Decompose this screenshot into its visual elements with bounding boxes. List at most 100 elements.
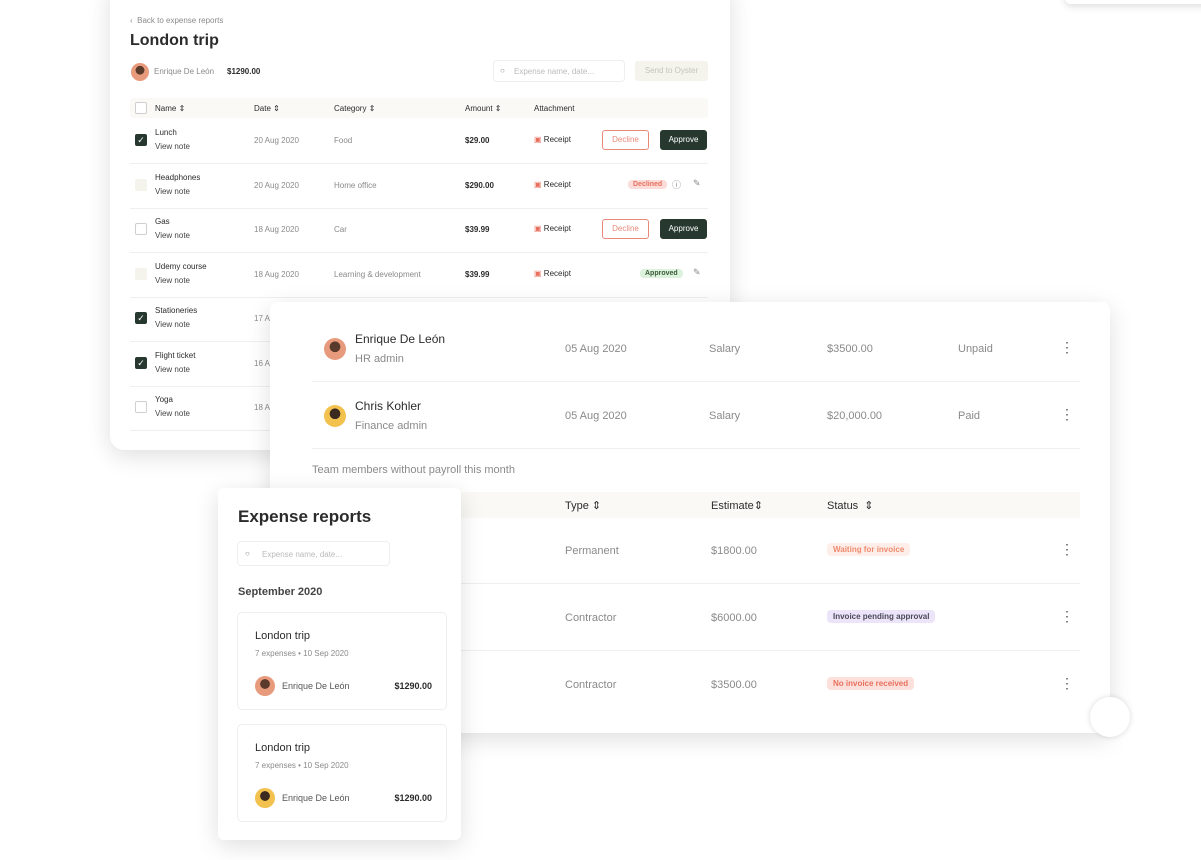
view-note-link[interactable]: View note — [155, 231, 190, 240]
pdf-icon: ▣ — [534, 179, 542, 189]
expense-category: Car — [334, 225, 347, 234]
table-header — [130, 98, 708, 118]
payroll-date: 05 Aug 2020 — [565, 410, 627, 422]
status-badge: Declined — [628, 179, 668, 189]
more-options-icon[interactable]: ⋮ — [1060, 676, 1074, 690]
column-header-name[interactable]: Name ⇕ — [155, 104, 185, 113]
column-header-type[interactable]: Type ⇕ — [565, 499, 601, 512]
row-checkbox[interactable]: ✓ — [135, 312, 147, 324]
more-options-icon[interactable]: ⋮ — [1060, 609, 1074, 623]
report-card[interactable]: London trip 7 expenses • 10 Sep 2020 Enr… — [237, 724, 447, 822]
employee-name: Enrique De León — [282, 681, 350, 691]
view-note-link[interactable]: View note — [155, 320, 190, 329]
receipt-link[interactable]: ▣ Receipt — [534, 269, 571, 278]
receipt-link[interactable]: ▣ Receipt — [534, 135, 571, 144]
status-badge: Invoice pending approval — [827, 610, 936, 623]
expense-date: 18 Aug 2020 — [254, 225, 299, 234]
expense-name: Stationeries — [155, 306, 198, 315]
background-panel — [1065, 0, 1201, 4]
search-placeholder: Expense name, date... — [262, 550, 343, 559]
column-header-date[interactable]: Date ⇕ — [254, 104, 280, 113]
pdf-icon: ▣ — [534, 268, 542, 278]
expense-name: Yoga — [155, 395, 173, 404]
chat-button[interactable] — [1090, 697, 1130, 737]
expense-amount: $39.99 — [465, 269, 490, 279]
approve-button[interactable]: Approve — [660, 219, 707, 239]
expense-date: 18 A — [254, 403, 271, 412]
avatar — [324, 338, 346, 360]
divider — [312, 381, 1080, 382]
avatar — [131, 63, 149, 81]
member-estimate: $6000.00 — [711, 612, 757, 624]
member-type: Contractor — [565, 679, 617, 691]
expense-category: Home office — [334, 180, 377, 190]
receipt-link[interactable]: ▣ Receipt — [534, 224, 571, 233]
more-options-icon[interactable]: ⋮ — [1060, 340, 1074, 354]
reports-title: Expense reports — [238, 507, 372, 526]
expense-date: 17 A — [254, 314, 271, 323]
month-heading: September 2020 — [238, 586, 323, 598]
divider — [130, 207, 708, 209]
more-options-icon[interactable]: ⋮ — [1060, 407, 1074, 421]
row-checkbox[interactable]: ✓ — [135, 134, 147, 146]
row-checkbox[interactable] — [135, 401, 147, 413]
back-link[interactable]: ‹ Back to expense reports — [130, 16, 223, 25]
row-checkbox[interactable] — [135, 178, 147, 191]
person-name: Chris Kohler — [355, 399, 422, 413]
edit-icon[interactable]: ✎ — [693, 267, 701, 278]
column-header-amount[interactable]: Amount ⇕ — [465, 104, 502, 113]
view-note-link[interactable]: View note — [155, 409, 190, 418]
search-placeholder: Expense name, date... — [514, 67, 595, 76]
status-badge: No invoice received — [827, 677, 915, 690]
avatar — [255, 788, 275, 808]
member-estimate: $1800.00 — [711, 545, 757, 557]
expense-name: Flight ticket — [155, 350, 196, 360]
pdf-icon: ▣ — [534, 135, 542, 144]
report-meta: 7 expenses • 10 Sep 2020 — [255, 761, 349, 770]
approve-button[interactable]: Approve — [660, 130, 707, 150]
view-note-link[interactable]: View note — [155, 365, 190, 374]
search-input[interactable]: ○ Expense name, date... — [237, 541, 390, 566]
expense-amount: $290.00 — [465, 180, 494, 190]
receipt-link[interactable]: ▣ Receipt — [534, 180, 571, 189]
expense-date: 20 Aug 2020 — [254, 180, 299, 190]
decline-button[interactable]: Decline — [602, 130, 649, 150]
send-to-oyster-button[interactable]: Send to Oyster — [635, 61, 708, 81]
expense-amount: $39.99 — [465, 225, 490, 234]
info-icon[interactable]: ⓘ — [672, 178, 681, 191]
column-header-status[interactable]: Status ⇕ — [827, 499, 874, 512]
divider — [130, 296, 708, 298]
expense-name: Udemy course — [155, 261, 207, 271]
row-checkbox[interactable] — [135, 223, 147, 235]
column-header-estimate[interactable]: Estimate⇕ — [711, 499, 763, 512]
expense-name: Headphones — [155, 172, 201, 182]
employee-name: Enrique De León — [154, 67, 215, 76]
view-note-link[interactable]: View note — [155, 142, 190, 151]
divider — [130, 252, 708, 253]
expense-date: 16 A — [254, 358, 271, 368]
divider — [312, 448, 1080, 449]
row-checkbox[interactable] — [135, 267, 147, 280]
report-title: London trip — [255, 742, 311, 754]
edit-icon[interactable]: ✎ — [693, 178, 701, 189]
column-header-attachment: Attachment — [534, 104, 575, 113]
person-name: Enrique De León — [355, 332, 446, 346]
person-role: Finance admin — [355, 420, 428, 432]
select-all-checkbox[interactable] — [135, 102, 147, 114]
avatar — [324, 405, 346, 427]
person-role: HR admin — [355, 353, 404, 365]
more-options-icon[interactable]: ⋮ — [1060, 542, 1074, 556]
search-icon: ○ — [500, 66, 505, 75]
column-header-category[interactable]: Category ⇕ — [334, 104, 375, 113]
avatar — [255, 676, 275, 696]
search-input[interactable]: ○ Expense name, date... — [493, 60, 625, 82]
view-note-link[interactable]: View note — [155, 276, 190, 285]
report-card[interactable]: London trip 7 expenses • 10 Sep 2020 Enr… — [237, 612, 447, 710]
row-checkbox[interactable]: ✓ — [135, 356, 147, 369]
payroll-status: Paid — [958, 410, 981, 422]
report-amount: $1290.00 — [394, 793, 432, 803]
view-note-link[interactable]: View note — [155, 187, 190, 196]
decline-button[interactable]: Decline — [602, 219, 649, 239]
member-type: Permanent — [565, 545, 619, 557]
payroll-amount: $20,000.00 — [827, 410, 883, 422]
